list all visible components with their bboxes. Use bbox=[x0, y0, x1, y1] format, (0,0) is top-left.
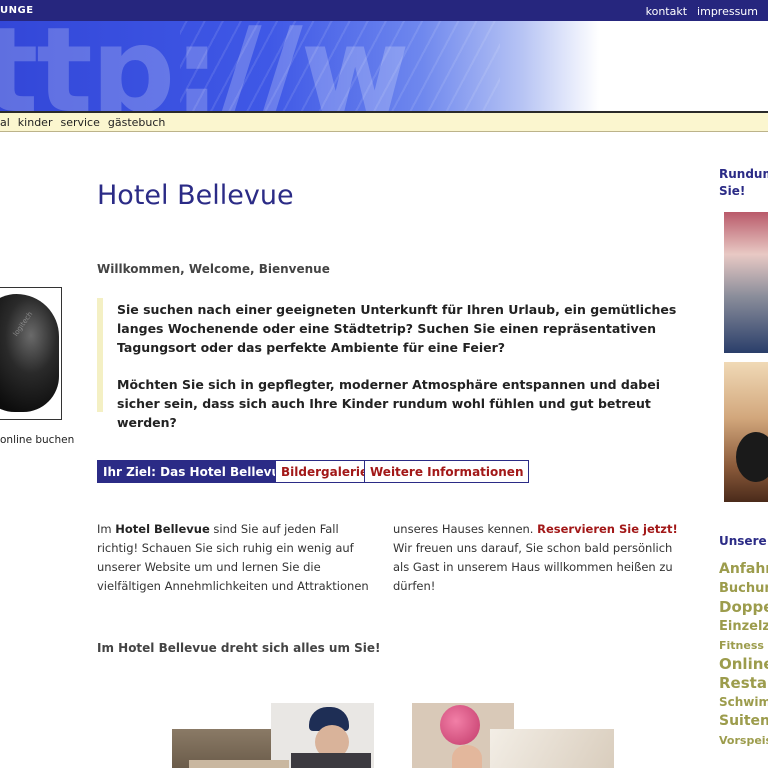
col2-text-rest: Wir freuen uns darauf, Sie schon bald pe… bbox=[393, 541, 673, 593]
photo-strip bbox=[189, 760, 289, 768]
nav-item-kinder[interactable]: kinder bbox=[18, 116, 53, 129]
photo-table bbox=[490, 729, 614, 768]
banner-decor-text: ttp://w bbox=[0, 21, 410, 111]
tag-anfahrt[interactable]: Anfahrt bbox=[719, 560, 768, 579]
hotel-name-bold: Hotel Bellevue bbox=[115, 522, 210, 536]
sidebar-heading-line2: Sie! bbox=[719, 184, 746, 198]
top-bar-brand: UNGE bbox=[0, 5, 34, 16]
intro-quote: Sie suchen nach einer geeigneten Unterku… bbox=[97, 298, 682, 430]
tag-buchung[interactable]: Buchung bbox=[719, 579, 768, 598]
page-title: Hotel Bellevue bbox=[97, 180, 294, 211]
text-column-right: unseres Hauses kennen. Reservieren Sie j… bbox=[393, 520, 683, 596]
sidebar-heading: Rundum Sie! bbox=[719, 166, 768, 200]
top-bar: UNGE kontakt impressum bbox=[0, 0, 768, 21]
tag-schwimmbad[interactable]: Schwim bbox=[719, 693, 768, 712]
tag-doppel[interactable]: Doppel bbox=[719, 598, 768, 617]
section-subheading: Im Hotel Bellevue dreht sich alles um Si… bbox=[97, 641, 381, 655]
sidebar-heading-line1: Rundum bbox=[719, 167, 768, 181]
nav-item-gaestebuch[interactable]: gästebuch bbox=[108, 116, 166, 129]
text-column-left: Im Hotel Bellevue sind Sie auf jeden Fal… bbox=[97, 520, 382, 596]
tag-fitness[interactable]: Fitness c bbox=[719, 636, 768, 655]
sidebar-photo-ball bbox=[724, 362, 768, 502]
tag-vorspeisen[interactable]: Vorspeis bbox=[719, 731, 768, 750]
sidebar-unsere-heading: Unsere bbox=[719, 534, 767, 548]
kontakt-link[interactable]: kontakt bbox=[646, 5, 687, 18]
tag-einzelzimmer[interactable]: Einzelzi bbox=[719, 617, 768, 636]
header-banner: ttp://w bbox=[0, 21, 768, 111]
main-navigation: al kinder service gästebuch bbox=[0, 111, 768, 132]
nav-item-service[interactable]: service bbox=[60, 116, 99, 129]
col2-text-start: unseres Hauses kennen. bbox=[393, 522, 538, 536]
tag-online[interactable]: Online bbox=[719, 655, 768, 674]
tag-suiten[interactable]: Suiten bbox=[719, 712, 768, 731]
tag-restaurant[interactable]: Restau bbox=[719, 674, 768, 693]
sidebar-photo-flowers bbox=[724, 212, 768, 353]
intro-paragraph-2: Möchten Sie sich in gepflegter, moderner… bbox=[117, 377, 660, 430]
intro-paragraph-1: Sie suchen nach einer geeigneten Unterku… bbox=[117, 302, 677, 355]
photo-worker bbox=[271, 703, 374, 768]
impressum-link[interactable]: impressum bbox=[697, 5, 758, 18]
sidebar-tag-cloud: Anfahrt Buchung Doppel Einzelzi Fitness … bbox=[719, 560, 768, 750]
weitere-informationen-button[interactable]: Weitere Informationen bbox=[364, 460, 530, 483]
nav-item-al[interactable]: al bbox=[0, 116, 10, 129]
welcome-heading: Willkommen, Welcome, Bienvenue bbox=[97, 262, 330, 276]
reservieren-link[interactable]: Reservieren Sie jetzt! bbox=[537, 522, 678, 536]
online-buchen-link[interactable]: online buchen bbox=[0, 434, 74, 446]
bildergalerie-button[interactable]: Bildergalerie bbox=[275, 460, 375, 483]
online-booking-image[interactable]: logitech bbox=[0, 287, 62, 420]
col1-text-start: Im bbox=[97, 522, 116, 536]
ihr-ziel-button[interactable]: Ihr Ziel: Das Hotel Bellevue bbox=[97, 460, 295, 483]
top-links: kontakt impressum bbox=[646, 5, 768, 18]
